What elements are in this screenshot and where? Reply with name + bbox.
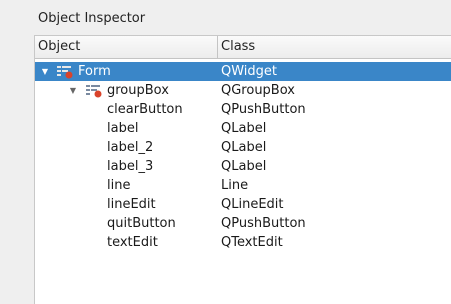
tree-row[interactable]: label_2 QLabel — [35, 138, 451, 157]
object-class: QLabel — [221, 121, 267, 136]
object-name: label — [107, 121, 139, 136]
tree-row[interactable]: clearButton QPushButton — [35, 100, 451, 119]
tree-row[interactable]: label_3 QLabel — [35, 157, 451, 176]
object-name: textEdit — [107, 235, 158, 250]
object-tree[interactable]: Object Class ▼ Form QWidget ▼ groupBox Q… — [34, 35, 451, 304]
object-class: QLabel — [221, 140, 267, 155]
expand-arrow-icon[interactable]: ▼ — [39, 62, 51, 81]
object-class: QPushButton — [221, 102, 306, 117]
object-name: label_2 — [107, 140, 154, 155]
object-class: QLabel — [221, 159, 267, 174]
widget-tree-icon — [57, 66, 73, 79]
object-class: QLineEdit — [221, 197, 284, 212]
object-class: QPushButton — [221, 216, 306, 231]
tree-header: Object Class — [35, 36, 451, 59]
tree-row-groupbox[interactable]: ▼ groupBox QGroupBox — [35, 81, 451, 100]
panel-title: Object Inspector — [38, 11, 146, 26]
tree-row[interactable]: quitButton QPushButton — [35, 214, 451, 233]
expand-arrow-icon[interactable]: ▼ — [67, 81, 79, 100]
object-name: Form — [78, 64, 111, 79]
tree-row[interactable]: textEdit QTextEdit — [35, 233, 451, 252]
tree-row[interactable]: label QLabel — [35, 119, 451, 138]
widget-tree-icon — [86, 85, 102, 98]
tree-row[interactable]: line Line — [35, 176, 451, 195]
object-class: QGroupBox — [221, 83, 295, 98]
column-header-object[interactable]: Object — [35, 36, 218, 58]
object-name: quitButton — [107, 216, 176, 231]
tree-row-form[interactable]: ▼ Form QWidget — [35, 62, 451, 81]
object-class: QWidget — [221, 64, 278, 79]
object-name: lineEdit — [107, 197, 156, 212]
object-name: label_3 — [107, 159, 154, 174]
object-class: Line — [221, 178, 249, 193]
tree-row[interactable]: lineEdit QLineEdit — [35, 195, 451, 214]
column-header-class[interactable]: Class — [218, 36, 451, 58]
object-name: groupBox — [107, 83, 169, 98]
object-class: QTextEdit — [221, 235, 283, 250]
object-name: clearButton — [107, 102, 183, 117]
object-name: line — [107, 178, 131, 193]
